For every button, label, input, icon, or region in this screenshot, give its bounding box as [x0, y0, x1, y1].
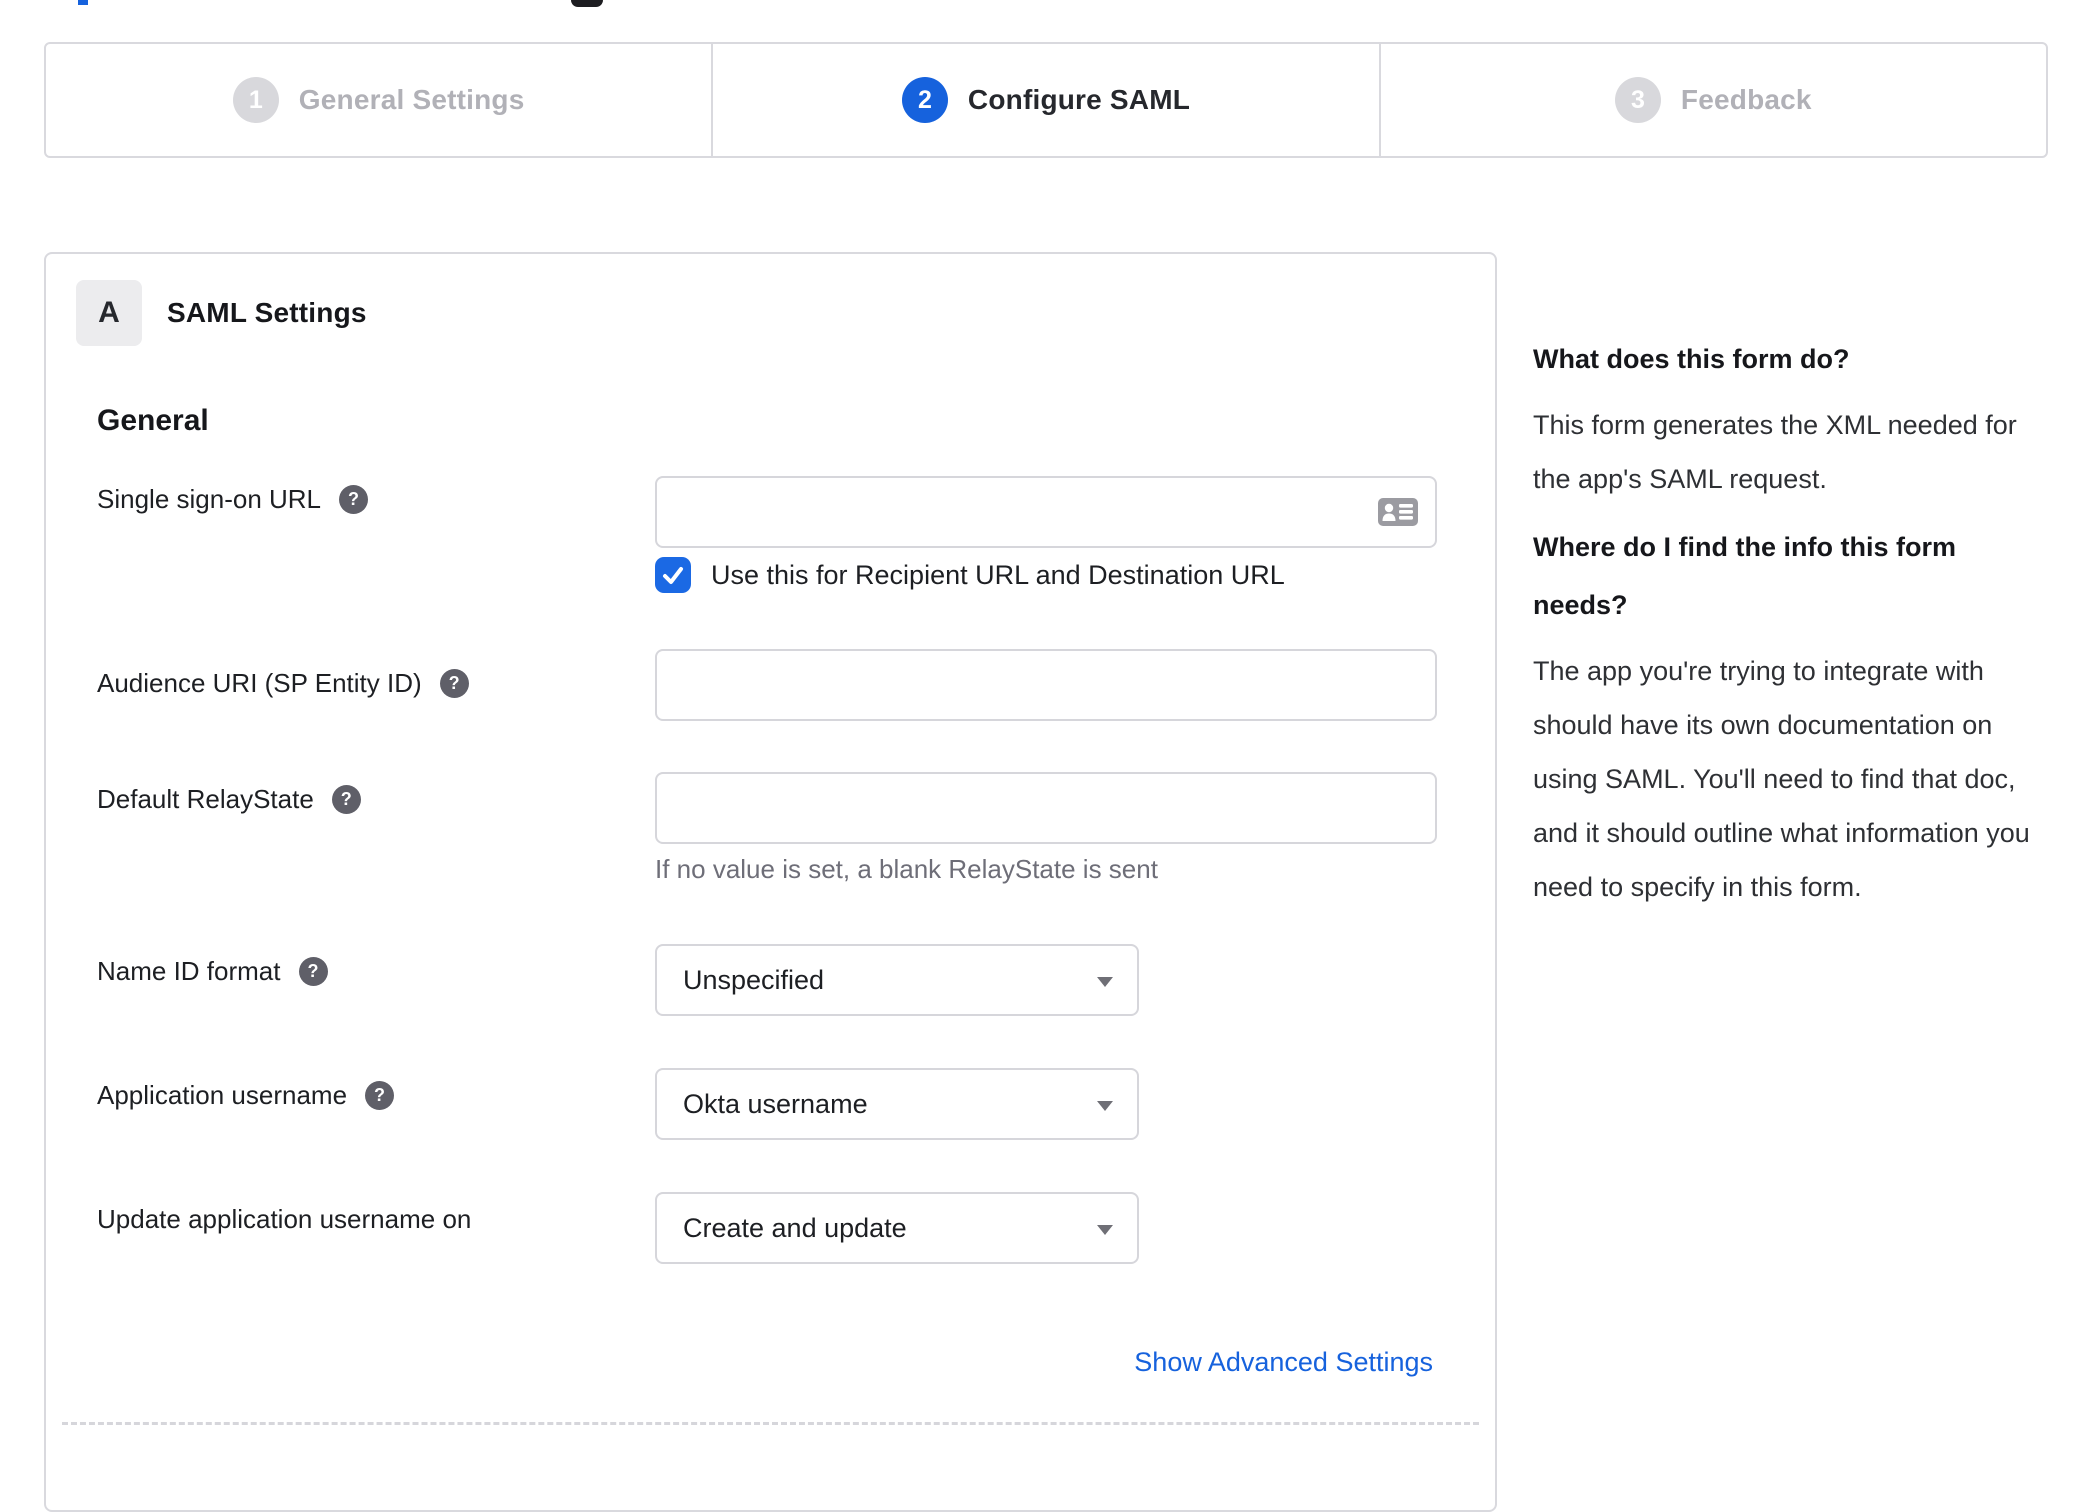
section-divider [62, 1422, 1479, 1425]
saml-settings-panel: A SAML Settings General Single sign-on U… [44, 252, 1497, 1512]
relay-state-hint: If no value is set, a blank RelayState i… [655, 854, 1158, 884]
help-icon[interactable]: ? [365, 1081, 395, 1110]
step-number-badge: 3 [1614, 77, 1661, 123]
help-icon[interactable]: ? [331, 785, 361, 814]
wizard-stepper: 1 General Settings 2 Configure SAML 3 Fe… [44, 42, 2048, 158]
name-id-format-label: Name ID format ? [97, 956, 328, 987]
select-value: Unspecified [683, 964, 825, 995]
sso-url-input-wrap [655, 476, 1437, 548]
relay-state-label: Default RelayState ? [97, 784, 361, 815]
select-value: Create and update [683, 1212, 907, 1243]
clipped-content-fragment [78, 0, 88, 5]
chevron-down-icon [1097, 1225, 1113, 1235]
sso-recipient-checkbox[interactable] [655, 557, 691, 593]
update-application-username-label: Update application username on [97, 1204, 472, 1234]
sso-url-label: Single sign-on URL ? [97, 484, 369, 515]
sidebar-paragraph: This form generates the XML needed for t… [1533, 410, 2017, 494]
step-number-badge: 2 [901, 77, 948, 123]
chevron-down-icon [1097, 1101, 1113, 1111]
contact-card-icon [1378, 498, 1418, 526]
step-feedback[interactable]: 3 Feedback [1378, 44, 2046, 156]
relay-state-input[interactable] [655, 772, 1437, 844]
general-group-heading: General [97, 404, 209, 437]
name-id-format-select[interactable]: Unspecified [655, 944, 1139, 1016]
select-value: Okta username [683, 1088, 868, 1119]
step-general-settings[interactable]: 1 General Settings [46, 44, 711, 156]
chevron-down-icon [1097, 977, 1113, 987]
sso-url-input[interactable] [655, 476, 1437, 548]
application-username-label: Application username ? [97, 1080, 395, 1111]
audience-uri-label: Audience URI (SP Entity ID) ? [97, 668, 469, 699]
sidebar-heading: Where do I find the info this form needs… [1533, 532, 1956, 620]
show-advanced-settings-link[interactable]: Show Advanced Settings [1134, 1347, 1433, 1378]
step-number-badge: 1 [232, 77, 279, 123]
section-badge: A [76, 280, 142, 346]
help-icon[interactable]: ? [339, 485, 369, 514]
step-configure-saml[interactable]: 2 Configure SAML [711, 44, 1378, 156]
clipped-content-fragment [571, 0, 603, 7]
step-label: Feedback [1680, 84, 1812, 115]
sidebar-paragraph: The app you're trying to integrate with … [1533, 656, 2030, 902]
step-label: Configure SAML [967, 84, 1191, 115]
audience-uri-input[interactable] [655, 649, 1437, 721]
step-label: General Settings [298, 84, 525, 115]
help-icon[interactable]: ? [439, 669, 469, 698]
help-icon[interactable]: ? [298, 957, 328, 986]
update-application-username-select[interactable]: Create and update [655, 1192, 1139, 1264]
panel-title: SAML Settings [167, 297, 367, 328]
application-username-select[interactable]: Okta username [655, 1068, 1139, 1140]
sso-recipient-checkbox-label[interactable]: Use this for Recipient URL and Destinati… [711, 560, 1285, 591]
sidebar-heading: What does this form do? [1533, 344, 1850, 374]
sso-recipient-checkbox-row: Use this for Recipient URL and Destinati… [655, 557, 1285, 593]
check-icon [663, 567, 683, 584]
